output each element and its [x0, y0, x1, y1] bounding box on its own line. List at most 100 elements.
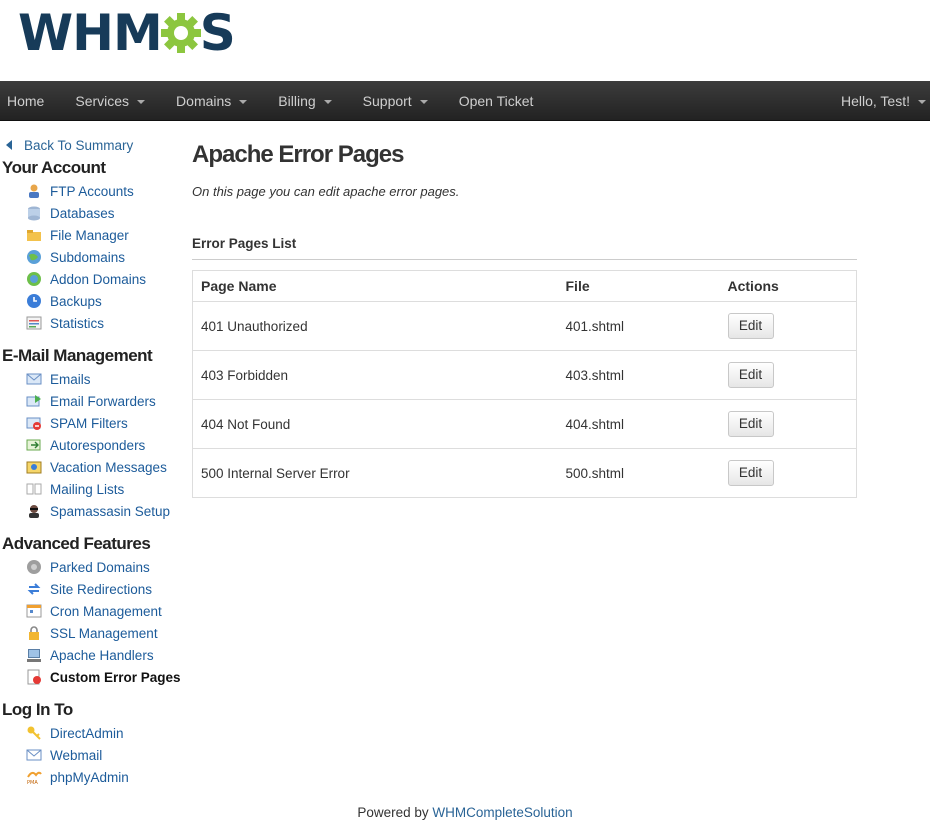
back-to-summary-link[interactable]: Back To Summary	[0, 134, 185, 156]
lock-icon	[26, 625, 42, 641]
sidebar-item-directadmin[interactable]: DirectAdmin	[0, 722, 185, 744]
sidebar-item-label: SPAM Filters	[50, 415, 128, 431]
webmail-icon	[26, 747, 42, 763]
key-icon	[26, 725, 42, 741]
back-arrow-icon	[6, 140, 12, 150]
sidebar-item-vacation-messages[interactable]: Vacation Messages	[0, 456, 185, 478]
edit-button[interactable]: Edit	[727, 313, 774, 339]
spy-icon	[26, 503, 42, 519]
nav-open-ticket[interactable]: Open Ticket	[452, 81, 546, 121]
logo-text-left: WHM	[18, 4, 163, 62]
sidebar-item-file-manager[interactable]: File Manager	[0, 224, 185, 246]
whmcs-logo[interactable]: WHM S	[18, 2, 236, 64]
nav-open-ticket-label: Open Ticket	[458, 92, 534, 109]
error-page-icon	[26, 669, 42, 685]
sidebar-item-databases[interactable]: Databases	[0, 202, 185, 224]
main-content: Apache Error Pages On this page you can …	[192, 141, 857, 498]
column-header-actions: Actions	[727, 278, 779, 294]
globe-icon	[26, 249, 42, 265]
sidebar-item-email-forwarders[interactable]: Email Forwarders	[0, 390, 185, 412]
sidebar-item-autoresponders[interactable]: Autoresponders	[0, 434, 185, 456]
caret-down-icon	[323, 99, 332, 104]
forward-icon	[26, 393, 42, 409]
sidebar-item-cron-management[interactable]: Cron Management	[0, 600, 185, 622]
sidebar-item-spamassasin-setup[interactable]: Spamassasin Setup	[0, 500, 185, 522]
sidebar-item-phpmyadmin[interactable]: PMA phpMyAdmin	[0, 766, 185, 788]
column-header-page-name: Page Name	[201, 278, 277, 294]
table-row: 404 Not Found 404.shtml Edit	[192, 399, 857, 449]
sidebar-item-label: FTP Accounts	[50, 183, 134, 199]
sidebar: Back To Summary Your Account FTP Accounts…	[0, 134, 185, 788]
nav-billing-label: Billing	[278, 92, 316, 109]
mailing-list-icon	[26, 481, 42, 497]
edit-button[interactable]: Edit	[727, 460, 774, 486]
actions-cell: Edit	[719, 399, 857, 449]
actions-cell: Edit	[719, 301, 857, 351]
sidebar-item-site-redirections[interactable]: Site Redirections	[0, 578, 185, 600]
file-cell: 401.shtml	[557, 301, 720, 351]
nav-support-label: Support	[362, 92, 412, 109]
sidebar-item-ftp-accounts[interactable]: FTP Accounts	[0, 180, 185, 202]
sidebar-item-label: Subdomains	[50, 249, 126, 265]
page-description: On this page you can edit apache error p…	[192, 184, 460, 199]
sidebar-item-label: Statistics	[50, 315, 105, 331]
sidebar-section-title: E-Mail Management	[2, 346, 153, 365]
error-pages-table: Page Name File Actions 401 Unauthorized 4…	[192, 270, 857, 498]
sidebar-item-label: phpMyAdmin	[50, 769, 129, 785]
sidebar-item-ssl-management[interactable]: SSL Management	[0, 622, 185, 644]
sidebar-item-parked-domains[interactable]: Parked Domains	[0, 556, 185, 578]
sidebar-item-label: Vacation Messages	[50, 459, 167, 475]
sidebar-item-apache-handlers[interactable]: Apache Handlers	[0, 644, 185, 666]
caret-down-icon	[239, 99, 248, 104]
ftp-user-icon	[26, 183, 42, 199]
sidebar-item-label: File Manager	[50, 227, 129, 243]
edit-button[interactable]: Edit	[727, 411, 774, 437]
sidebar-item-label: Webmail	[50, 747, 103, 763]
sidebar-item-label: Apache Handlers	[50, 647, 154, 663]
page-name-cell: 404 Not Found	[192, 399, 558, 449]
sidebar-item-addon-domains[interactable]: Addon Domains	[0, 268, 185, 290]
sidebar-item-label: Addon Domains	[50, 271, 147, 287]
sidebar-item-label: DirectAdmin	[50, 725, 124, 741]
nav-domains[interactable]: Domains	[169, 81, 259, 121]
redirect-icon	[26, 581, 42, 597]
sidebar-item-backups[interactable]: Backups	[0, 290, 185, 312]
svg-text:PMA: PMA	[27, 780, 38, 785]
sidebar-item-label: Autoresponders	[50, 437, 146, 453]
nav-home[interactable]: Home	[0, 81, 56, 121]
nav-user-menu[interactable]: Hello, Test!	[834, 81, 930, 121]
gear-icon	[160, 13, 201, 53]
sidebar-item-webmail[interactable]: Webmail	[0, 744, 185, 766]
sidebar-item-label: Custom Error Pages	[50, 669, 181, 685]
pma-icon: PMA	[26, 769, 42, 785]
back-label: Back To Summary	[24, 137, 134, 153]
globe-add-icon	[26, 271, 42, 287]
envelope-icon	[26, 371, 42, 387]
table-row: 401 Unauthorized 401.shtml Edit	[192, 301, 857, 351]
edit-button[interactable]: Edit	[727, 362, 774, 388]
sidebar-item-subdomains[interactable]: Subdomains	[0, 246, 185, 268]
sidebar-item-mailing-lists[interactable]: Mailing Lists	[0, 478, 185, 500]
sidebar-item-emails[interactable]: Emails	[0, 368, 185, 390]
sidebar-item-label: Spamassasin Setup	[50, 503, 171, 519]
sidebar-item-statistics[interactable]: Statistics	[0, 312, 185, 334]
autoresponder-icon	[26, 437, 42, 453]
nav-billing[interactable]: Billing	[271, 81, 343, 121]
nav-services[interactable]: Services	[68, 81, 157, 121]
user-greeting: Hello, Test!	[841, 92, 910, 109]
vacation-icon	[26, 459, 42, 475]
sidebar-item-spam-filters[interactable]: SPAM Filters	[0, 412, 185, 434]
nav-support[interactable]: Support	[356, 81, 440, 121]
page-title: Apache Error Pages	[192, 141, 404, 168]
database-icon	[26, 205, 42, 221]
footer: Powered by WHMCompleteSolution	[0, 805, 930, 820]
footer-link[interactable]: WHMCompleteSolution	[432, 805, 572, 820]
server-icon	[26, 647, 42, 663]
footer-prefix: Powered by	[357, 805, 433, 820]
file-cell: 403.shtml	[557, 350, 720, 400]
page-name-cell: 403 Forbidden	[192, 350, 558, 400]
file-cell: 500.shtml	[557, 448, 720, 498]
sidebar-item-label: Mailing Lists	[50, 481, 125, 497]
sidebar-item-custom-error-pages[interactable]: Custom Error Pages	[0, 666, 185, 688]
nav-services-label: Services	[75, 92, 130, 109]
